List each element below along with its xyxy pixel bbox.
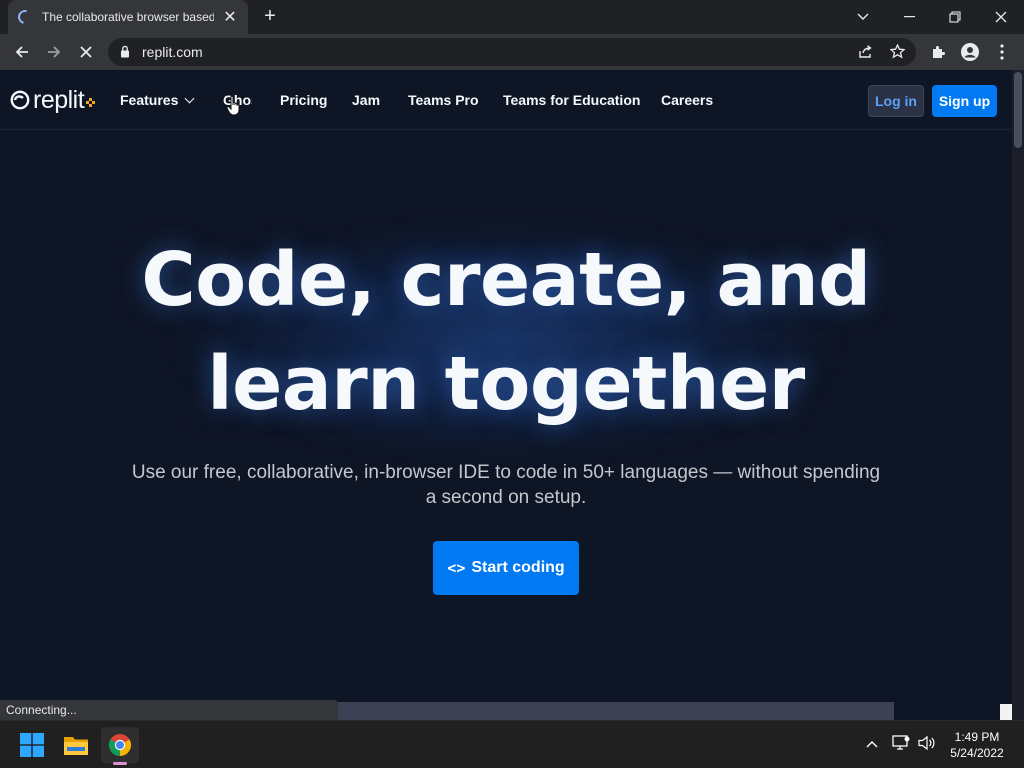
nav-features[interactable]: Features [120, 92, 195, 108]
extensions-button[interactable] [924, 38, 952, 66]
minimize-icon [903, 16, 915, 18]
volume-control[interactable] [918, 735, 936, 754]
forward-arrow-icon [48, 46, 61, 58]
nav-features-label: Features [120, 92, 179, 108]
windows-logo-icon [20, 733, 44, 757]
chrome-taskbar-button[interactable] [101, 727, 139, 763]
headline-line-1: Code, create, and [141, 237, 871, 323]
start-coding-button[interactable]: <> Start coding [433, 541, 579, 595]
folder-icon [64, 737, 88, 755]
status-bubble: Connecting... [0, 700, 338, 720]
scrollbar-thumb[interactable] [1014, 72, 1022, 148]
forward-button[interactable] [40, 38, 68, 66]
address-bar[interactable]: replit.com [108, 38, 916, 66]
restore-button[interactable] [932, 0, 978, 34]
nav-teams-for-education[interactable]: Teams for Education [503, 92, 640, 108]
start-button[interactable] [13, 727, 51, 763]
profile-button[interactable] [956, 38, 984, 66]
replit-logo[interactable]: replit [10, 86, 96, 114]
close-icon [995, 11, 1007, 23]
tab-title: The collaborative browser based [42, 10, 214, 24]
replit-logo-icon [10, 90, 30, 110]
puzzle-piece-icon [933, 46, 945, 58]
code-brackets-icon: <> [447, 559, 466, 577]
start-coding-label: Start coding [471, 559, 565, 576]
url-text: replit.com [142, 44, 203, 60]
clock-date: 5/24/2022 [950, 746, 1004, 760]
file-explorer-button[interactable] [57, 727, 95, 763]
restore-icon [949, 11, 961, 23]
minimize-button[interactable] [886, 0, 932, 34]
browser-toolbar: replit.com [0, 34, 1024, 70]
log-in-button[interactable]: Log in [868, 85, 924, 117]
tray-overflow-chevron[interactable] [866, 735, 878, 751]
new-tab-button[interactable]: + [258, 5, 282, 29]
hand-cursor-icon [226, 95, 240, 116]
tab-search-button[interactable] [840, 0, 886, 34]
lock-icon [121, 45, 129, 58]
loading-spinner-icon [15, 7, 35, 27]
tab-close-icon[interactable]: ✕ [222, 7, 238, 27]
chrome-icon [108, 734, 131, 756]
chevron-down-icon [857, 13, 869, 20]
stop-loading-button[interactable] [72, 38, 100, 66]
nav-teams-pro[interactable]: Teams Pro [408, 92, 479, 108]
logo-dots-icon [86, 97, 96, 107]
browser-tab[interactable]: The collaborative browser based ✕ [8, 0, 248, 34]
page-bottom-strip [338, 702, 894, 720]
stop-icon [80, 46, 92, 58]
windows-taskbar: 1:49 PM 5/24/2022 [0, 720, 1024, 768]
chevron-up-icon [866, 741, 878, 748]
active-app-indicator [113, 762, 127, 765]
hero-subtitle: Use our free, collaborative, in-browser … [131, 462, 881, 508]
hero-headline: Code, create, and learn together [106, 228, 906, 436]
speaker-icon [918, 735, 935, 751]
clock-time: 1:49 PM [954, 730, 1000, 744]
browser-titlebar: The collaborative browser based ✕ + [0, 0, 1024, 34]
network-monitor-icon [892, 735, 910, 750]
share-icon[interactable] [858, 45, 873, 59]
back-arrow-icon [15, 46, 28, 58]
chevron-down-icon [184, 93, 195, 104]
nav-pricing[interactable]: Pricing [280, 92, 327, 108]
profile-avatar-icon [961, 43, 979, 61]
headline-line-2: learn together [207, 341, 805, 427]
nav-jam[interactable]: Jam [352, 92, 380, 108]
sign-up-button[interactable]: Sign up [932, 85, 997, 117]
page-scrollbar[interactable] [1012, 70, 1024, 720]
chrome-menu-button[interactable] [988, 38, 1016, 66]
taskbar-clock[interactable]: 1:49 PM 5/24/2022 [944, 729, 1010, 761]
nav-careers[interactable]: Careers [661, 92, 713, 108]
more-vertical-icon [1000, 44, 1004, 60]
web-page: replit Features Ghost Writer Pricing Jam… [0, 70, 1012, 720]
close-window-button[interactable] [978, 0, 1024, 34]
site-navbar: replit Features Ghost Writer Pricing Jam… [0, 70, 1012, 130]
page-corner-block [1000, 704, 1012, 720]
network-status[interactable] [892, 735, 910, 754]
back-button[interactable] [8, 38, 36, 66]
logo-text: replit [33, 86, 85, 114]
bookmark-star-icon[interactable] [890, 44, 905, 59]
